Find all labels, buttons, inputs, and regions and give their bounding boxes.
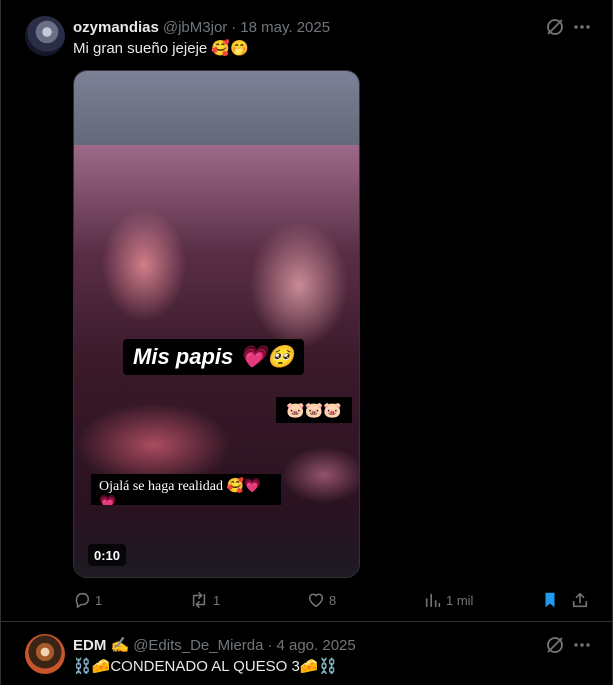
video-duration: 0:10: [88, 544, 127, 566]
separator-dot: ·: [267, 636, 273, 654]
share-icon: [571, 591, 589, 609]
tweet-header: EDM ✍️ @Edits_De_Mierda · 4 ago. 2025: [73, 635, 356, 655]
tweet-header: ozymandias @jbM3jor · 18 may. 2025: [73, 17, 330, 37]
author-handle[interactable]: @jbM3jor: [163, 19, 227, 36]
like-button[interactable]: 8: [307, 590, 336, 610]
like-count: 8: [329, 592, 337, 608]
reply-icon: [73, 591, 91, 609]
tweet[interactable]: ozymandias @jbM3jor · 18 may. 2025 Mi gr…: [1, 0, 612, 622]
reply-count: 1: [95, 592, 103, 608]
reply-button[interactable]: 1: [73, 590, 102, 610]
grok-icon[interactable]: [545, 635, 565, 655]
avatar[interactable]: [25, 16, 65, 56]
separator-dot: ·: [231, 18, 237, 36]
retweet-count: 1: [213, 592, 221, 608]
views-count: 1 mil: [446, 592, 474, 608]
action-bar: 1 1 8 1 mil: [73, 590, 598, 610]
more-icon[interactable]: [572, 635, 592, 655]
author-name[interactable]: ozymandias: [73, 19, 159, 36]
video-player[interactable]: Mis papis 💗🥺 🐷🐷🐷 Ojalá se haga realidad …: [73, 70, 360, 578]
bookmark-button[interactable]: [541, 590, 559, 610]
share-button[interactable]: [571, 590, 589, 610]
like-icon: [307, 591, 325, 609]
timeline: ozymandias @jbM3jor · 18 may. 2025 Mi gr…: [0, 0, 613, 685]
tweet[interactable]: EDM ✍️ @Edits_De_Mierda · 4 ago. 2025 ⛓️…: [1, 623, 612, 685]
tweet-date[interactable]: 18 may. 2025: [240, 19, 330, 36]
caption-mis-papis: Mis papis 💗🥺: [123, 339, 305, 375]
views-icon: [424, 591, 442, 609]
retweet-icon: [189, 591, 209, 609]
grok-icon[interactable]: [545, 17, 565, 37]
tweet-text: ⛓️🧀CONDENADO AL QUESO 3🧀⛓️: [73, 658, 338, 675]
caption-pigs: 🐷🐷🐷: [276, 397, 352, 423]
video-top-band: [74, 71, 359, 145]
video-frame: [74, 145, 359, 505]
tweet-text: Mi gran sueño jejeje 🥰🤭: [73, 40, 249, 57]
views-button[interactable]: 1 mil: [424, 590, 473, 610]
tweet-date[interactable]: 4 ago. 2025: [276, 637, 355, 654]
retweet-button[interactable]: 1: [189, 590, 220, 610]
bookmark-icon: [541, 591, 559, 609]
video-bottom-band: [74, 505, 359, 577]
more-icon[interactable]: [572, 17, 592, 37]
author-handle[interactable]: @Edits_De_Mierda: [133, 637, 263, 654]
avatar[interactable]: [25, 634, 65, 674]
author-name[interactable]: EDM ✍️: [73, 636, 129, 654]
